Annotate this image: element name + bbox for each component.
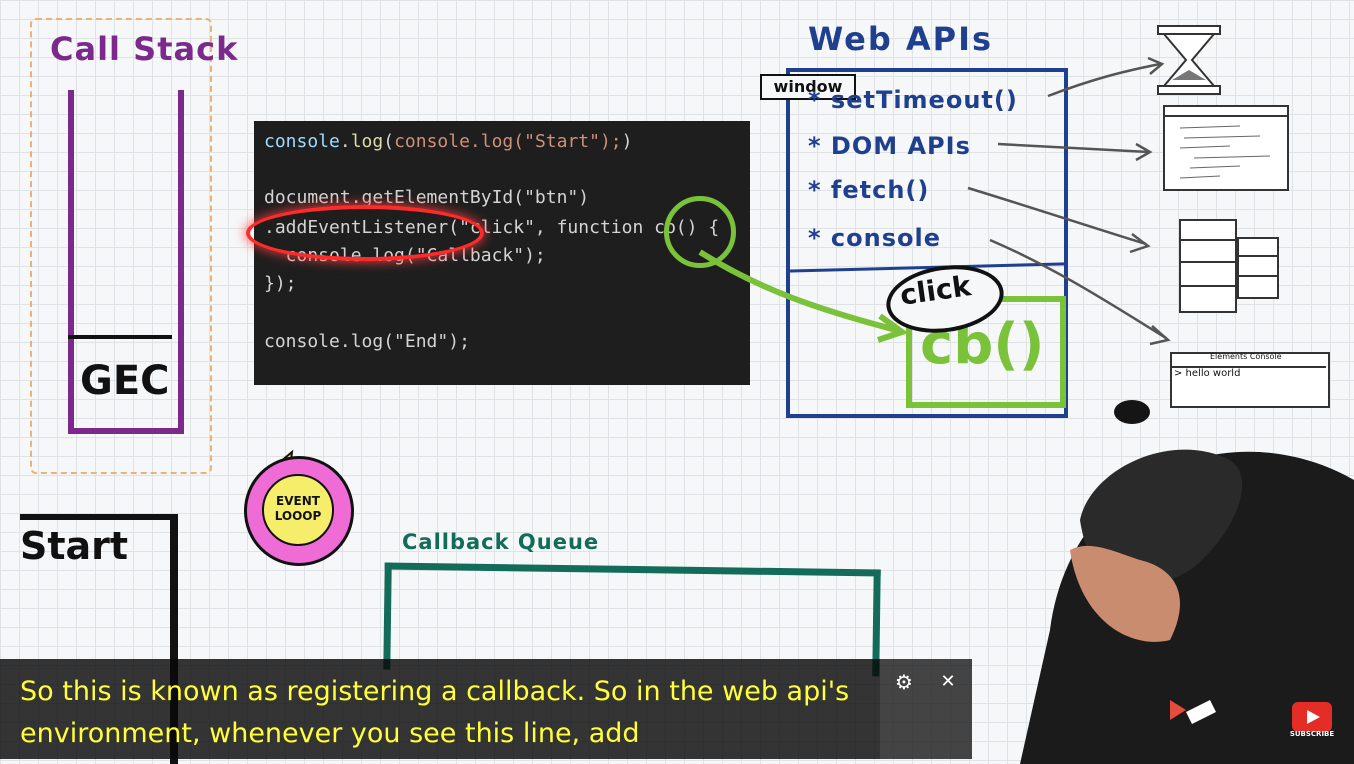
- devtools-tab-bar: Elements Console: [1170, 352, 1326, 368]
- gear-icon[interactable]: ⚙: [893, 671, 915, 693]
- devtools-output: > hello world: [1174, 368, 1241, 379]
- callback-queue-title: Callback Queue: [402, 530, 600, 554]
- subscribe-label: SUBSCRIBE: [1289, 730, 1335, 738]
- dom-arrow: [997, 142, 1149, 154]
- fetch-arrow: [967, 186, 1147, 246]
- console-arrow: [989, 238, 1167, 340]
- close-icon[interactable]: ✕: [937, 671, 959, 693]
- html-document-icon: [1163, 105, 1289, 191]
- caption-text: So this is known as registering a callba…: [20, 676, 850, 749]
- event-loop-label: EVENT LOOOP: [274, 494, 322, 523]
- settimeout-arrow: [1047, 62, 1161, 98]
- cb-to-webapi-arrow: [698, 249, 897, 333]
- server-icon: [1179, 219, 1279, 313]
- hourglass-icon: [1157, 25, 1221, 95]
- output-start-label: Start: [20, 524, 129, 568]
